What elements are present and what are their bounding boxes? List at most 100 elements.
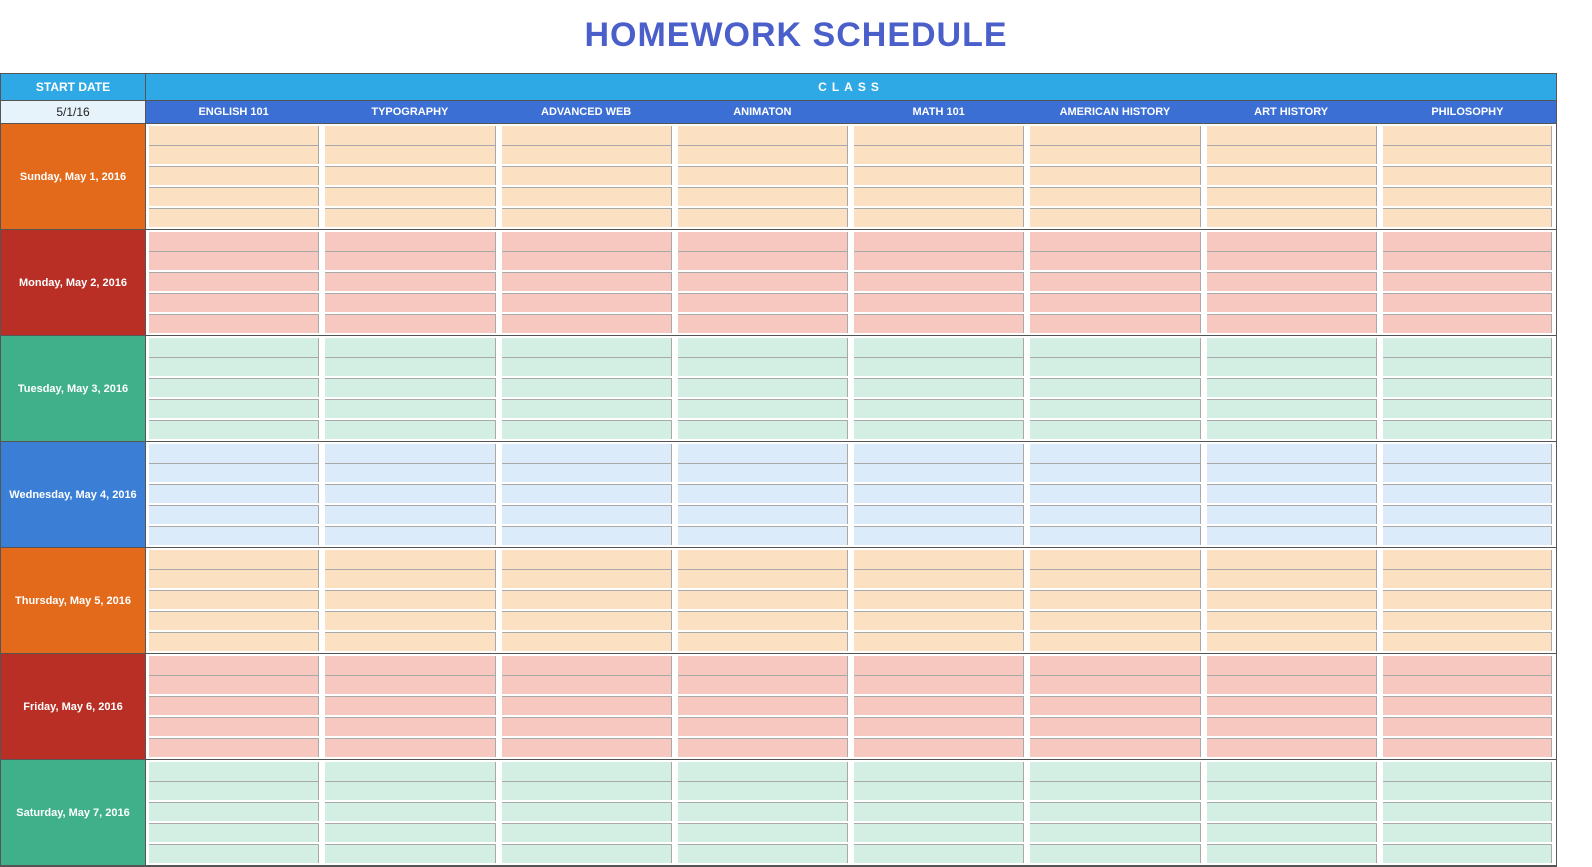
schedule-cell[interactable]	[854, 444, 1024, 463]
schedule-cell[interactable]	[854, 696, 1024, 715]
schedule-cell[interactable]	[1030, 526, 1200, 545]
schedule-cell[interactable]	[854, 611, 1024, 630]
schedule-cell[interactable]	[1207, 338, 1377, 357]
schedule-cell[interactable]	[325, 762, 495, 781]
schedule-cell[interactable]	[1383, 762, 1552, 781]
schedule-cell[interactable]	[149, 463, 319, 482]
schedule-cell[interactable]	[1207, 738, 1377, 757]
schedule-cell[interactable]	[1030, 357, 1200, 376]
schedule-cell[interactable]	[1030, 802, 1200, 821]
schedule-cell[interactable]	[1383, 272, 1552, 291]
schedule-cell[interactable]	[502, 208, 672, 227]
schedule-cell[interactable]	[854, 844, 1024, 863]
schedule-cell[interactable]	[854, 208, 1024, 227]
schedule-cell[interactable]	[502, 484, 672, 503]
schedule-cell[interactable]	[1383, 696, 1552, 715]
schedule-cell[interactable]	[502, 526, 672, 545]
schedule-cell[interactable]	[149, 399, 319, 418]
schedule-cell[interactable]	[1030, 463, 1200, 482]
schedule-cell[interactable]	[1383, 251, 1552, 270]
schedule-cell[interactable]	[1030, 611, 1200, 630]
schedule-cell[interactable]	[1030, 717, 1200, 736]
schedule-cell[interactable]	[1030, 251, 1200, 270]
schedule-cell[interactable]	[325, 656, 495, 675]
schedule-cell[interactable]	[678, 399, 848, 418]
schedule-cell[interactable]	[502, 399, 672, 418]
schedule-cell[interactable]	[854, 505, 1024, 524]
schedule-cell[interactable]	[502, 145, 672, 164]
schedule-cell[interactable]	[1383, 844, 1552, 863]
schedule-cell[interactable]	[1207, 696, 1377, 715]
schedule-cell[interactable]	[325, 823, 495, 842]
schedule-cell[interactable]	[502, 187, 672, 206]
schedule-cell[interactable]	[1207, 126, 1377, 145]
schedule-cell[interactable]	[149, 293, 319, 312]
schedule-cell[interactable]	[1030, 272, 1200, 291]
schedule-cell[interactable]	[1383, 145, 1552, 164]
schedule-cell[interactable]	[1207, 505, 1377, 524]
schedule-cell[interactable]	[854, 232, 1024, 251]
schedule-cell[interactable]	[502, 272, 672, 291]
schedule-cell[interactable]	[1383, 444, 1552, 463]
schedule-cell[interactable]	[502, 717, 672, 736]
schedule-cell[interactable]	[1207, 378, 1377, 397]
schedule-cell[interactable]	[678, 166, 848, 185]
schedule-cell[interactable]	[1030, 208, 1200, 227]
schedule-cell[interactable]	[149, 505, 319, 524]
schedule-cell[interactable]	[502, 293, 672, 312]
schedule-cell[interactable]	[1030, 378, 1200, 397]
schedule-cell[interactable]	[1030, 314, 1200, 333]
schedule-cell[interactable]	[502, 632, 672, 651]
schedule-cell[interactable]	[678, 738, 848, 757]
schedule-cell[interactable]	[149, 208, 319, 227]
schedule-cell[interactable]	[678, 802, 848, 821]
schedule-cell[interactable]	[502, 844, 672, 863]
schedule-cell[interactable]	[854, 717, 1024, 736]
schedule-cell[interactable]	[854, 802, 1024, 821]
schedule-cell[interactable]	[1383, 675, 1552, 694]
schedule-cell[interactable]	[854, 378, 1024, 397]
schedule-cell[interactable]	[149, 126, 319, 145]
schedule-cell[interactable]	[1030, 145, 1200, 164]
schedule-cell[interactable]	[854, 781, 1024, 800]
schedule-cell[interactable]	[502, 802, 672, 821]
schedule-cell[interactable]	[502, 590, 672, 609]
schedule-cell[interactable]	[678, 293, 848, 312]
schedule-cell[interactable]	[1207, 526, 1377, 545]
schedule-cell[interactable]	[854, 126, 1024, 145]
schedule-cell[interactable]	[678, 590, 848, 609]
schedule-cell[interactable]	[678, 696, 848, 715]
schedule-cell[interactable]	[325, 338, 495, 357]
schedule-cell[interactable]	[1207, 632, 1377, 651]
schedule-cell[interactable]	[325, 166, 495, 185]
schedule-cell[interactable]	[1207, 550, 1377, 569]
schedule-cell[interactable]	[149, 844, 319, 863]
schedule-cell[interactable]	[149, 166, 319, 185]
schedule-cell[interactable]	[1383, 166, 1552, 185]
schedule-cell[interactable]	[325, 399, 495, 418]
schedule-cell[interactable]	[854, 314, 1024, 333]
schedule-cell[interactable]	[149, 762, 319, 781]
schedule-cell[interactable]	[149, 251, 319, 270]
schedule-cell[interactable]	[1030, 166, 1200, 185]
schedule-cell[interactable]	[1207, 145, 1377, 164]
schedule-cell[interactable]	[325, 145, 495, 164]
schedule-cell[interactable]	[325, 550, 495, 569]
schedule-cell[interactable]	[1030, 126, 1200, 145]
start-date-value[interactable]: 5/1/16	[1, 101, 146, 124]
schedule-cell[interactable]	[502, 823, 672, 842]
schedule-cell[interactable]	[678, 272, 848, 291]
schedule-cell[interactable]	[854, 420, 1024, 439]
schedule-cell[interactable]	[1030, 484, 1200, 503]
schedule-cell[interactable]	[325, 717, 495, 736]
schedule-cell[interactable]	[854, 187, 1024, 206]
schedule-cell[interactable]	[1030, 293, 1200, 312]
schedule-cell[interactable]	[854, 338, 1024, 357]
schedule-cell[interactable]	[149, 632, 319, 651]
schedule-cell[interactable]	[1383, 505, 1552, 524]
schedule-cell[interactable]	[149, 272, 319, 291]
schedule-cell[interactable]	[678, 844, 848, 863]
schedule-cell[interactable]	[678, 314, 848, 333]
schedule-cell[interactable]	[325, 187, 495, 206]
schedule-cell[interactable]	[1383, 378, 1552, 397]
